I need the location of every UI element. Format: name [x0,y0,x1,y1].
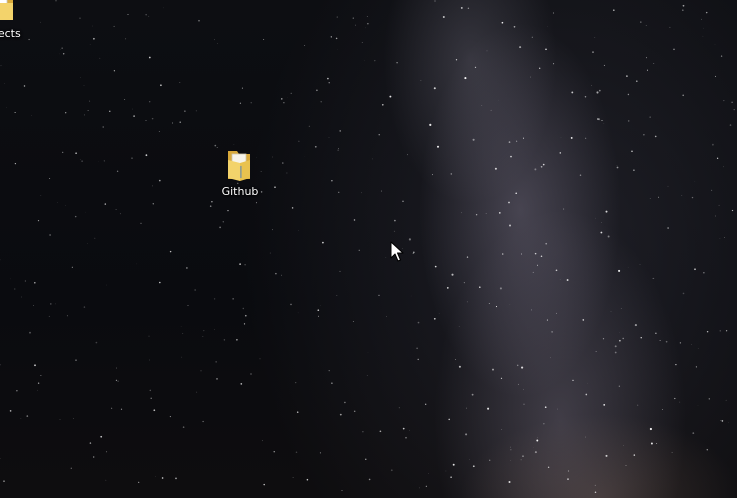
folder-icon [0,0,13,20]
desktop-icon-label: Projects [0,27,21,40]
desktop[interactable]: Projects Github [0,0,737,498]
desktop-icon-projects[interactable]: Projects [0,0,34,40]
desktop-icon-github[interactable]: Github [205,148,275,198]
desktop-icon-label: Github [221,185,259,198]
folder-icon [228,151,250,181]
mouse-pointer-icon [390,241,404,262]
wallpaper-starfield [0,0,735,493]
